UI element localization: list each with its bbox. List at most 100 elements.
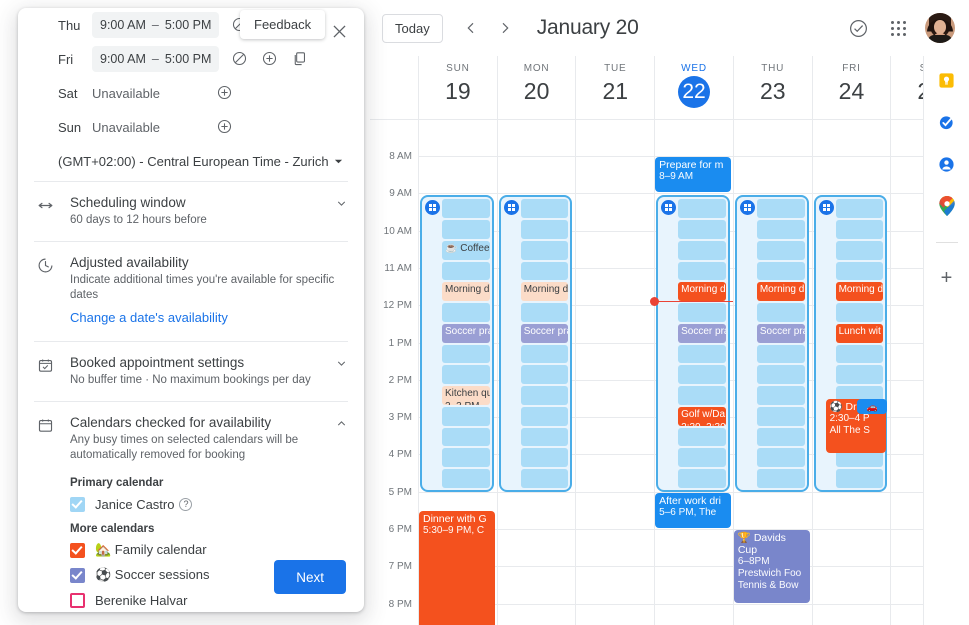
available-slot[interactable] bbox=[756, 303, 805, 322]
day-header-wed[interactable]: WED 22 bbox=[654, 56, 733, 120]
next-button[interactable]: Next bbox=[274, 560, 346, 594]
event-after-work-drinks[interactable]: After work dri 5–6 PM, The bbox=[655, 492, 731, 528]
time-grid[interactable]: 8 AM 9 AM 10 AM 11 AM 12 PM 1 PM 2 PM 3 PM 4 PM 5… bbox=[370, 120, 969, 625]
available-slot[interactable] bbox=[520, 469, 569, 488]
change-date-availability-link[interactable]: Change a date's availability bbox=[70, 310, 228, 325]
available-slot[interactable] bbox=[678, 261, 726, 281]
slot-event[interactable]: Morning d bbox=[442, 282, 490, 302]
event-chip[interactable]: ☕ Coffee bbox=[442, 240, 490, 260]
slot-event[interactable]: Lunch wit bbox=[835, 323, 884, 343]
add-icon[interactable] bbox=[216, 84, 234, 102]
slot-event[interactable]: Golf w/Da2:30–3:30 bbox=[678, 406, 726, 426]
slot-event[interactable]: Soccer pra bbox=[442, 323, 490, 343]
available-slot[interactable] bbox=[442, 199, 490, 219]
slot-event[interactable]: Soccer pra bbox=[756, 323, 805, 343]
slot-event[interactable]: Morning d bbox=[756, 282, 805, 302]
event-chip[interactable]: Lunch wit bbox=[835, 323, 884, 343]
avatar[interactable] bbox=[925, 13, 955, 43]
event-chip[interactable]: Morning d bbox=[678, 282, 726, 302]
tasks-check-icon[interactable] bbox=[845, 15, 871, 41]
day-header-sun[interactable]: SUN 19 bbox=[418, 56, 497, 120]
available-slot[interactable] bbox=[756, 344, 805, 364]
section-booked-appointment-settings[interactable]: Booked appointment settings No buffer ti… bbox=[18, 342, 364, 401]
event-chip-overlap[interactable]: 🚗 bbox=[857, 399, 888, 415]
available-slot[interactable] bbox=[756, 220, 805, 239]
available-slot[interactable] bbox=[442, 261, 490, 281]
slot-event[interactable]: Kitchen qu2–3 PM bbox=[442, 386, 490, 405]
available-slot[interactable] bbox=[756, 386, 805, 405]
checkbox-primary-calendar[interactable] bbox=[70, 496, 85, 512]
available-slot[interactable] bbox=[756, 261, 805, 281]
available-slot[interactable] bbox=[835, 469, 884, 488]
end-time[interactable]: 5:00 PM bbox=[165, 52, 212, 66]
chevron-up-icon[interactable] bbox=[335, 415, 348, 430]
available-slot[interactable] bbox=[520, 303, 569, 322]
available-slot[interactable] bbox=[520, 427, 569, 447]
available-slot[interactable] bbox=[678, 199, 726, 219]
help-icon[interactable]: ? bbox=[179, 497, 193, 511]
checkbox-calendar[interactable] bbox=[70, 567, 85, 583]
event-chip[interactable]: Soccer pra bbox=[678, 323, 726, 343]
available-slot[interactable] bbox=[520, 261, 569, 281]
available-slot[interactable] bbox=[442, 406, 490, 426]
time-range-field[interactable]: 9:00 AM –5:00 PM bbox=[92, 46, 220, 72]
event-chip[interactable]: Kitchen qu2–3 PM bbox=[442, 386, 490, 405]
contacts-icon[interactable] bbox=[937, 154, 957, 174]
add-panel-button[interactable]: + bbox=[941, 267, 953, 290]
slot-event[interactable]: Morning d bbox=[678, 282, 726, 302]
section-scheduling-window[interactable]: Scheduling window 60 days to 12 hours be… bbox=[18, 182, 364, 241]
available-slot[interactable] bbox=[835, 344, 884, 364]
chevron-down-icon[interactable] bbox=[335, 355, 348, 370]
available-slot[interactable] bbox=[756, 240, 805, 260]
event-chip[interactable]: Golf w/Da2:30–3:30 bbox=[678, 406, 726, 426]
event-prepare-for-meeting[interactable]: Prepare for m 8–9 AM bbox=[655, 157, 731, 193]
available-slot[interactable] bbox=[835, 240, 884, 260]
day-header-mon[interactable]: MON 20 bbox=[496, 56, 576, 120]
day-header-thu[interactable]: THU 23 bbox=[732, 56, 812, 120]
checkbox-calendar[interactable] bbox=[70, 542, 85, 558]
available-slot[interactable] bbox=[835, 365, 884, 385]
available-slot[interactable] bbox=[678, 386, 726, 405]
slot-event[interactable]: Soccer pra bbox=[678, 323, 726, 343]
start-time[interactable]: 9:00 AM bbox=[100, 18, 146, 32]
available-slot[interactable] bbox=[835, 199, 884, 219]
close-icon[interactable] bbox=[330, 22, 350, 42]
feedback-tooltip[interactable]: Feedback bbox=[240, 10, 326, 39]
calendar-item-primary[interactable]: Janice Castro ? bbox=[70, 493, 348, 515]
available-slot[interactable] bbox=[678, 469, 726, 488]
available-slot[interactable] bbox=[756, 427, 805, 447]
appointment-schedule-block[interactable]: ☕ Coffee Morning d Soccer pra Kitchen qu2–3… bbox=[420, 195, 494, 492]
duplicate-icon[interactable] bbox=[291, 50, 309, 68]
appointment-schedule-block[interactable]: Morning d Soccer pra bbox=[498, 195, 573, 492]
event-dinner[interactable]: Dinner with G 5:30–9 PM, C bbox=[419, 511, 495, 625]
slot-event[interactable]: Morning d bbox=[835, 282, 884, 302]
available-slot[interactable] bbox=[442, 220, 490, 239]
calendar-item[interactable]: 🏡 Family calendar bbox=[70, 539, 348, 561]
available-slot[interactable] bbox=[520, 199, 569, 219]
available-slot[interactable] bbox=[520, 220, 569, 239]
available-slot[interactable] bbox=[442, 469, 490, 488]
chevron-down-icon[interactable] bbox=[335, 195, 348, 210]
block-icon[interactable] bbox=[231, 50, 249, 68]
available-slot[interactable] bbox=[756, 448, 805, 468]
available-slot[interactable] bbox=[756, 365, 805, 385]
available-slot[interactable] bbox=[756, 199, 805, 219]
available-slot[interactable] bbox=[442, 448, 490, 468]
available-slot[interactable] bbox=[835, 261, 884, 281]
day-header-fri[interactable]: FRI 24 bbox=[811, 56, 891, 120]
available-slot[interactable] bbox=[678, 427, 726, 447]
google-apps-icon[interactable] bbox=[885, 15, 911, 41]
available-slot[interactable] bbox=[678, 448, 726, 468]
event-chip[interactable]: Morning d bbox=[756, 282, 805, 302]
keep-icon[interactable] bbox=[937, 70, 957, 90]
available-slot[interactable] bbox=[442, 427, 490, 447]
available-slot[interactable] bbox=[520, 448, 569, 468]
event-chip[interactable]: Morning d bbox=[520, 282, 569, 302]
available-slot[interactable] bbox=[520, 365, 569, 385]
available-slot[interactable] bbox=[756, 406, 805, 426]
available-slot[interactable] bbox=[835, 220, 884, 239]
appointment-schedule-block[interactable]: Morning d Soccer pra bbox=[734, 195, 809, 492]
event-chip[interactable]: Morning d bbox=[835, 282, 884, 302]
section-calendars-checked[interactable]: Calendars checked for availability Any b… bbox=[18, 402, 364, 465]
available-slot[interactable] bbox=[678, 303, 726, 322]
